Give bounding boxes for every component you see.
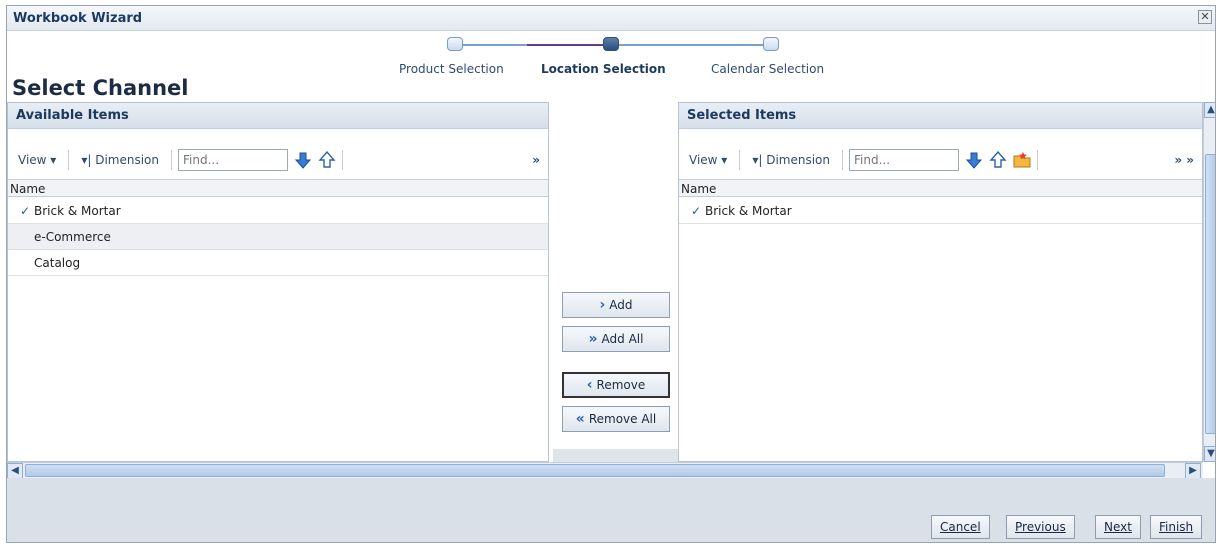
train-label-product[interactable]: Product Selection xyxy=(399,62,504,76)
list-item[interactable]: ✓ Brick & Mortar xyxy=(8,198,548,224)
toolbar-separator xyxy=(171,150,172,170)
move-up-icon[interactable] xyxy=(318,151,336,169)
wizard-train: Product Selection Location Selection Cal… xyxy=(387,36,847,86)
train-label-location: Location Selection xyxy=(541,62,666,76)
selected-toolbar: View ▾ ▾| Dimension » » xyxy=(683,147,1198,173)
toolbar-separator xyxy=(1037,150,1038,170)
overflow-chevron-icon[interactable]: » » xyxy=(1174,153,1198,167)
scroll-down-icon[interactable]: ▼ xyxy=(1204,446,1215,462)
train-stop-calendar[interactable] xyxy=(763,37,779,51)
train-connector xyxy=(527,44,607,46)
find-input[interactable] xyxy=(849,149,959,171)
close-icon[interactable]: ✕ xyxy=(1198,10,1212,24)
chevron-right-icon: › xyxy=(599,297,606,313)
move-down-icon[interactable] xyxy=(965,151,983,169)
available-items-header: Available Items xyxy=(8,103,548,129)
list-item[interactable]: Catalog xyxy=(8,250,548,276)
train-connector xyxy=(617,44,767,46)
toolbar-separator xyxy=(842,150,843,170)
add-button[interactable]: › Add xyxy=(562,292,670,318)
scroll-left-icon[interactable]: ◀ xyxy=(7,463,23,479)
finish-button[interactable]: Finish xyxy=(1150,515,1203,539)
selected-items-panel: Selected Items View ▾ ▾| Dimension » » N… xyxy=(678,102,1203,462)
remove-button[interactable]: ‹ Remove xyxy=(562,372,670,398)
overflow-chevron-icon[interactable]: » xyxy=(532,153,544,167)
scrollbar-thumb[interactable] xyxy=(1205,154,1215,434)
available-toolbar: View ▾ ▾| Dimension » xyxy=(12,147,544,173)
item-label: e-Commerce xyxy=(34,229,111,244)
double-chevron-right-icon: » xyxy=(588,331,598,347)
workbook-wizard-dialog: Workbook Wizard ✕ Product Selection Loca… xyxy=(6,5,1216,543)
wizard-footer: Cancel Previous Next Finish xyxy=(7,478,1215,542)
train-label-calendar[interactable]: Calendar Selection xyxy=(711,62,824,76)
move-up-icon[interactable] xyxy=(989,151,1007,169)
shuttle-area-footer xyxy=(553,449,680,462)
new-folder-icon[interactable] xyxy=(1013,151,1031,169)
remove-all-label: Remove All xyxy=(588,412,657,426)
train-stop-product[interactable] xyxy=(447,37,463,51)
page-title: Select Channel xyxy=(12,76,189,100)
item-label: Brick & Mortar xyxy=(705,203,792,218)
next-button[interactable]: Next xyxy=(1095,515,1141,539)
find-input[interactable] xyxy=(178,149,288,171)
previous-button[interactable]: Previous xyxy=(1006,515,1075,539)
vertical-scrollbar[interactable]: ▲ ▼ xyxy=(1203,102,1215,462)
item-label: Catalog xyxy=(34,255,81,270)
name-column-header[interactable]: Name xyxy=(679,179,1202,197)
available-items-list: ✓ Brick & Mortar e-Commerce Catalog xyxy=(8,198,548,276)
checkmark-icon: ✓ xyxy=(691,203,702,218)
double-chevron-left-icon: « xyxy=(575,411,585,427)
train-stop-location xyxy=(603,37,619,51)
name-column-header[interactable]: Name xyxy=(8,179,548,197)
selected-items-header: Selected Items xyxy=(679,103,1202,129)
toolbar-separator xyxy=(68,150,70,170)
list-item[interactable]: ✓ Brick & Mortar xyxy=(679,198,1202,224)
checkmark-icon: ✓ xyxy=(20,203,31,218)
horizontal-scrollbar[interactable]: ◀ ▶ xyxy=(7,462,1203,479)
view-menu[interactable]: View ▾ xyxy=(12,149,62,171)
toolbar-separator xyxy=(739,150,741,170)
scroll-right-icon[interactable]: ▶ xyxy=(1185,463,1201,479)
scrollbar-thumb[interactable] xyxy=(25,464,1165,477)
view-menu[interactable]: View ▾ xyxy=(683,149,733,171)
toolbar-separator xyxy=(342,150,343,170)
scroll-up-icon[interactable]: ▲ xyxy=(1204,102,1215,118)
item-label: Brick & Mortar xyxy=(34,203,121,218)
add-all-button[interactable]: » Add All xyxy=(562,326,670,352)
remove-label: Remove xyxy=(596,378,646,392)
dialog-title: Workbook Wizard xyxy=(13,11,143,26)
dimension-menu[interactable]: ▾| Dimension xyxy=(75,149,165,171)
list-item[interactable]: e-Commerce xyxy=(8,224,548,250)
move-down-icon[interactable] xyxy=(294,151,312,169)
chevron-left-icon: ‹ xyxy=(586,377,593,393)
cancel-button[interactable]: Cancel xyxy=(931,515,990,539)
add-label: Add xyxy=(609,298,633,312)
dimension-menu[interactable]: ▾| Dimension xyxy=(746,149,836,171)
available-items-panel: Available Items View ▾ ▾| Dimension » Na… xyxy=(7,102,549,462)
remove-all-button[interactable]: « Remove All xyxy=(562,406,670,432)
title-bar: Workbook Wizard ✕ xyxy=(7,6,1215,31)
selected-items-list: ✓ Brick & Mortar xyxy=(679,198,1202,224)
add-all-label: Add All xyxy=(601,332,644,346)
